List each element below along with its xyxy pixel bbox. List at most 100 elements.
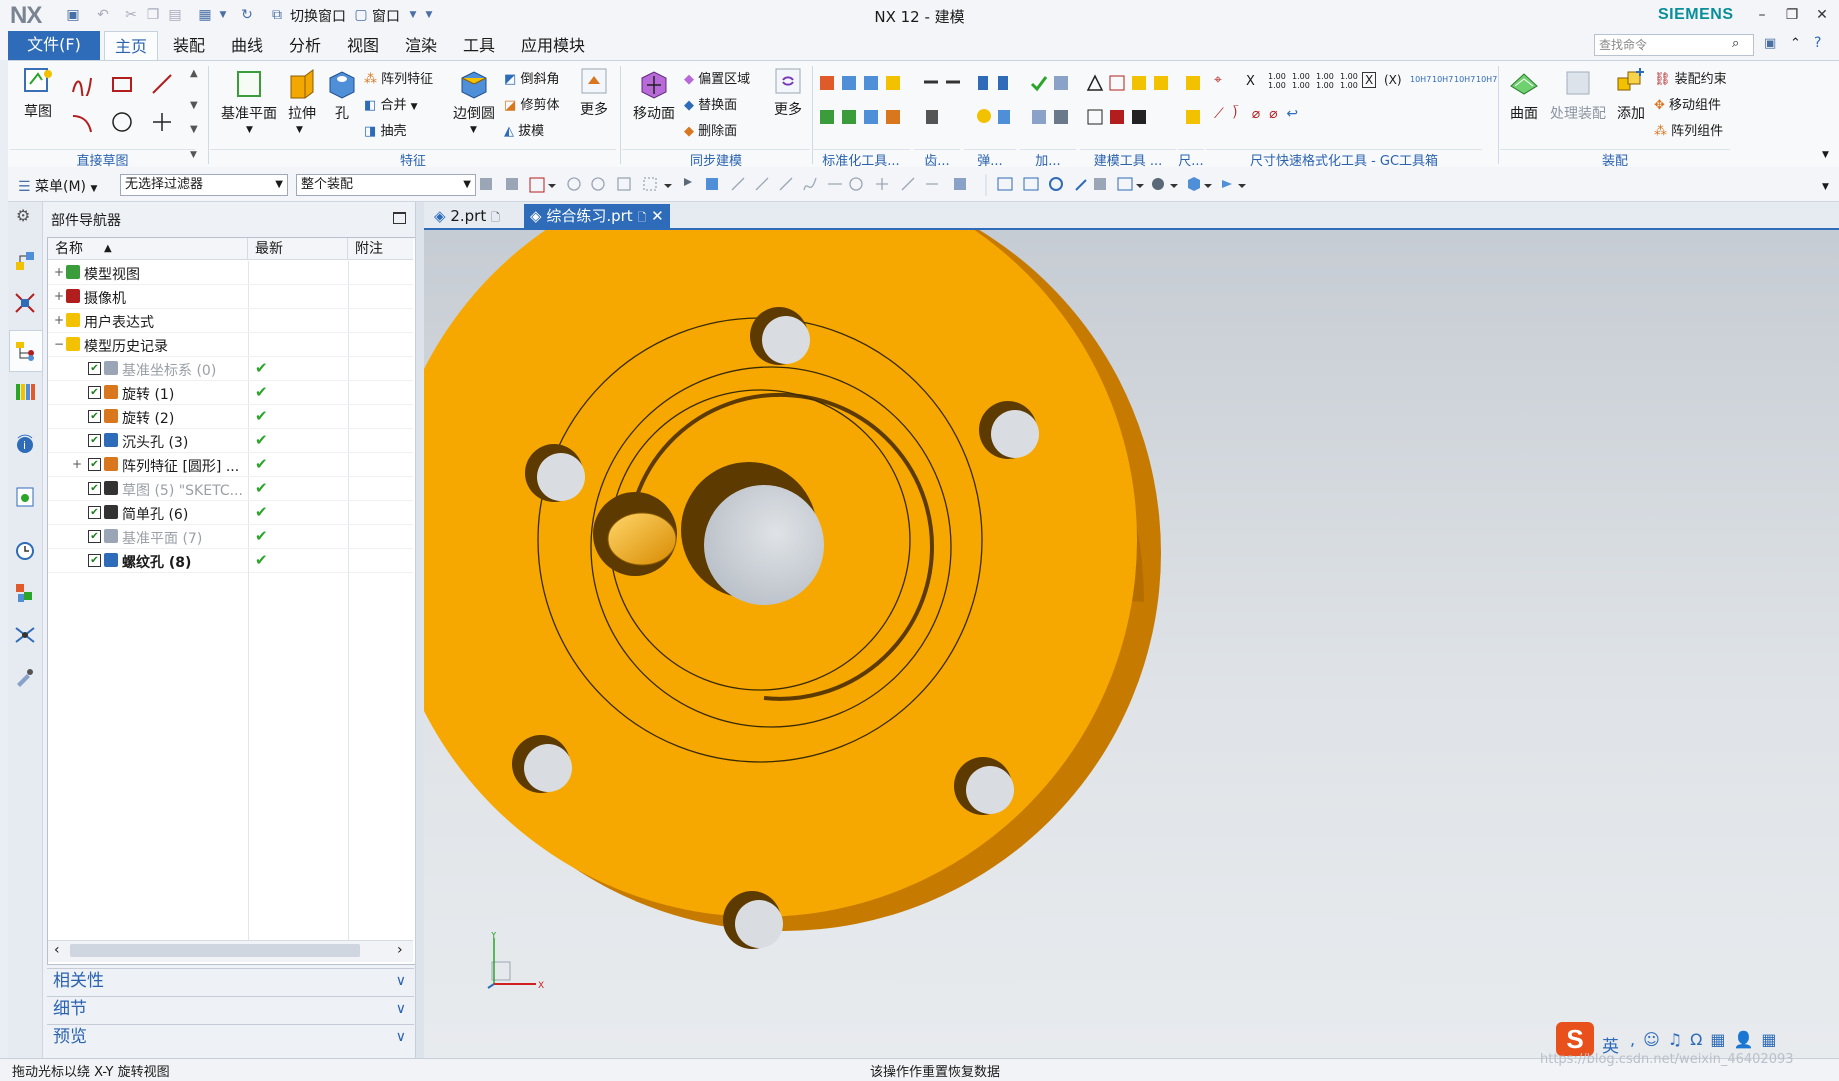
edge-blend-button[interactable]: 边倒圆 bbox=[450, 66, 498, 123]
web-browser-icon[interactable] bbox=[14, 486, 36, 508]
collapse-ribbon-icon[interactable]: ⌃ bbox=[1790, 36, 1801, 51]
standard-tools-icons[interactable] bbox=[818, 72, 918, 142]
manufacturing-wizard-icon[interactable] bbox=[14, 666, 36, 688]
line-icon[interactable] bbox=[150, 72, 174, 96]
move-component-button[interactable]: ✥ 移动组件 bbox=[1654, 94, 1721, 113]
preview-panel[interactable]: 预览 ∨ bbox=[47, 1024, 414, 1049]
tree-expander-icon[interactable]: + bbox=[54, 265, 64, 279]
scroll-down-icon[interactable]: ▼ bbox=[190, 100, 198, 111]
feature-checkbox[interactable]: ✔ bbox=[88, 362, 101, 375]
draft-button[interactable]: ◭ 拔模 bbox=[504, 120, 544, 139]
tree-row[interactable]: ✔ 螺纹孔 (8) ✔ bbox=[48, 549, 413, 573]
assembly-navigator-icon[interactable] bbox=[14, 250, 36, 272]
sogou-ime-icon[interactable]: S bbox=[1556, 1022, 1594, 1056]
feature-checkbox[interactable]: ✔ bbox=[88, 506, 101, 519]
gc-label-6[interactable]: (X) bbox=[1384, 73, 1402, 87]
dropdown-arrow-icon[interactable]: ▼ bbox=[470, 125, 477, 135]
feature-checkbox[interactable]: ✔ bbox=[88, 434, 101, 447]
group-feature[interactable]: 特征 bbox=[210, 149, 616, 169]
gc-label-2[interactable]: 1.00 1.00 bbox=[1292, 72, 1310, 90]
selection-tool-icons[interactable] bbox=[478, 174, 1828, 196]
group-gc-toolkit[interactable]: 尺寸快速格式化工具 - GC工具箱 bbox=[1206, 149, 1482, 169]
settings-gear-icon[interactable]: ⚙ bbox=[16, 206, 30, 225]
system-materials-icon[interactable] bbox=[14, 582, 36, 604]
gc-label-9[interactable]: 10H7 bbox=[1454, 75, 1475, 84]
pattern-feature-button[interactable]: ⁂ 阵列特征 bbox=[364, 68, 433, 87]
tree-row[interactable]: ✔ 简单孔 (6) ✔ bbox=[48, 501, 413, 525]
details-panel[interactable]: 细节 ∨ bbox=[47, 996, 414, 1021]
column-header-name[interactable]: 名称 ▲ bbox=[48, 238, 248, 260]
pattern-component-button[interactable]: ⁂ 阵列组件 bbox=[1654, 120, 1723, 139]
modeling-tools-icons[interactable] bbox=[1086, 72, 1182, 142]
tab-view[interactable]: 视图 bbox=[337, 31, 389, 60]
flange-part-model[interactable] bbox=[424, 230, 1839, 1058]
doc-tab-2prt[interactable]: ◈ 2.prt 🗋 bbox=[428, 204, 506, 228]
gc-label-3[interactable]: 1.00 1.00 bbox=[1316, 72, 1334, 90]
ribbon-options-icon[interactable]: ▣ bbox=[1764, 36, 1776, 51]
menu-button[interactable]: ☰ 菜单(M) ▼ bbox=[18, 176, 97, 196]
more-features-button[interactable]: 更多 bbox=[576, 66, 612, 119]
tree-expander-icon[interactable]: − bbox=[54, 337, 64, 351]
toolbar-overflow-icon[interactable]: ▼ bbox=[1822, 182, 1829, 192]
chamfer-button[interactable]: ◩ 倒斜角 bbox=[504, 68, 559, 87]
spline-icon[interactable] bbox=[70, 72, 94, 96]
tree-expander-icon[interactable]: + bbox=[54, 313, 64, 327]
dropdown-arrow-icon[interactable]: ▼ bbox=[246, 125, 253, 135]
gallery-expand-icon[interactable]: ▼ bbox=[190, 124, 198, 135]
more-sync-button[interactable]: 更多 bbox=[770, 66, 806, 119]
tab-assembly[interactable]: 装配 bbox=[163, 31, 215, 60]
group-sync-modeling[interactable]: 同步建模 bbox=[622, 149, 810, 169]
tree-row[interactable]: + 用户表达式 bbox=[48, 309, 413, 333]
arc-icon[interactable] bbox=[70, 110, 94, 134]
tab-applications[interactable]: 应用模块 bbox=[511, 31, 595, 60]
tree-row[interactable]: ✔ 基准平面 (7) ✔ bbox=[48, 525, 413, 549]
search-icon[interactable]: ⌕ bbox=[1732, 36, 1739, 51]
tree-row[interactable]: + ✔ 阵列特征 [圆形] ... ✔ bbox=[48, 453, 413, 477]
tree-row[interactable]: ✔ 草图 (5) "SKETC... ✔ bbox=[48, 477, 413, 501]
gc-label-1[interactable]: 1.00 1.00 bbox=[1268, 72, 1286, 90]
replace-face-button[interactable]: ◆ 替换面 bbox=[684, 94, 737, 113]
group-gear[interactable]: 齿... bbox=[914, 149, 960, 169]
machining-tools-icons[interactable] bbox=[1030, 72, 1076, 142]
extrude-button[interactable]: 拉伸 bbox=[282, 66, 322, 123]
minimize-icon[interactable]: – bbox=[1748, 4, 1776, 26]
gc-toolkit-row-2[interactable]: ⟋ ⟌ ⌀ ⌀ ↩ bbox=[1214, 106, 1298, 122]
gc-return-icon[interactable]: ↩ bbox=[1286, 106, 1298, 122]
column-header-notes[interactable]: 附注 bbox=[348, 238, 413, 260]
gc-dimension-icon[interactable]: ⌖ bbox=[1214, 72, 1222, 88]
selection-filter-select[interactable]: 无选择过滤器 ▼ bbox=[120, 174, 288, 196]
file-menu[interactable]: 文件(F) bbox=[8, 31, 100, 60]
rectangle-icon[interactable] bbox=[110, 72, 134, 96]
gc-toolkit-row-1[interactable]: ⌖ X 1.00 1.00 1.00 1.00 1.00 1.00 1.00 1… bbox=[1214, 72, 1497, 96]
feature-checkbox[interactable]: ✔ bbox=[88, 386, 101, 399]
tab-curve[interactable]: 曲线 bbox=[221, 31, 273, 60]
feature-checkbox[interactable]: ✔ bbox=[88, 458, 101, 471]
tree-row[interactable]: ✔ 旋转 (1) ✔ bbox=[48, 381, 413, 405]
process-assembly-button[interactable]: 处理装配 bbox=[1548, 66, 1608, 123]
tab-render[interactable]: 渲染 bbox=[395, 31, 447, 60]
gc-label-0[interactable]: X bbox=[1246, 74, 1255, 89]
gc-label-8[interactable]: 10H7 bbox=[1432, 75, 1453, 84]
shell-button[interactable]: ◨ 抽壳 bbox=[364, 120, 406, 139]
gc-edit-icon[interactable]: ⟋ bbox=[1214, 106, 1224, 122]
move-face-button[interactable]: 移动面 bbox=[628, 66, 680, 123]
ime-toolbar-icons[interactable]: ,☺♫Ω▦👤▦ bbox=[1630, 1030, 1785, 1049]
sketch-button[interactable]: 草图 bbox=[18, 66, 58, 121]
selection-scope-select[interactable]: 整个装配 ▼ bbox=[296, 174, 476, 196]
dropdown-arrow-icon[interactable]: ▼ bbox=[296, 125, 303, 135]
constraint-navigator-icon[interactable] bbox=[14, 292, 36, 314]
point-icon[interactable] bbox=[150, 110, 174, 134]
scroll-up-icon[interactable]: ▲ bbox=[190, 68, 198, 79]
trim-body-button[interactable]: ◪ 修剪体 bbox=[504, 94, 559, 113]
spring-tools-icons[interactable] bbox=[976, 72, 1016, 142]
offset-region-button[interactable]: ◆ 偏置区域 bbox=[684, 68, 750, 87]
group-assembly[interactable]: 装配 bbox=[1500, 149, 1730, 169]
restore-icon[interactable]: ❐ bbox=[1778, 4, 1806, 26]
unite-button[interactable]: ◧ 合并 ▼ bbox=[364, 94, 418, 113]
command-search-input[interactable]: 查找命令 bbox=[1594, 34, 1754, 56]
doc-tab-active[interactable]: ◈ 综合练习.prt 🗋 ✕ bbox=[524, 204, 670, 228]
group-menu-icon[interactable]: ▼ bbox=[190, 150, 197, 160]
gc-diameter2-icon[interactable]: ⌀ bbox=[1269, 106, 1277, 122]
feature-checkbox[interactable]: ✔ bbox=[88, 554, 101, 567]
tree-row[interactable]: ✔ 基准坐标系 (0) ✔ bbox=[48, 357, 413, 381]
